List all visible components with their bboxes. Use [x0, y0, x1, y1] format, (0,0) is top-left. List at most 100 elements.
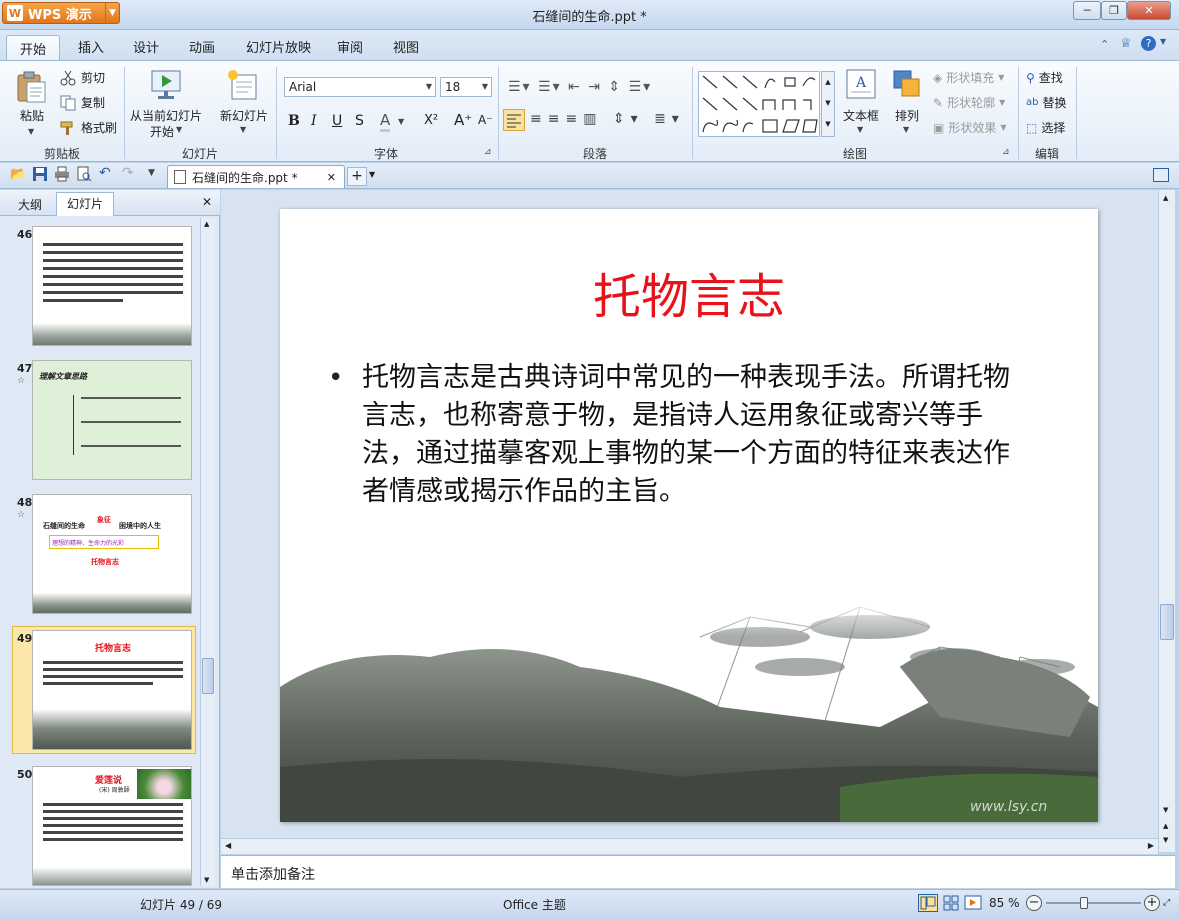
arrange-button[interactable]: 排列: [895, 107, 919, 124]
font-color-dropdown-icon[interactable]: ▼: [398, 117, 404, 126]
align-buttons[interactable]: ≡≡≡▥ ⇕▾ ≣▾: [530, 111, 685, 127]
replace-button[interactable]: ab 替换: [1026, 94, 1067, 111]
paste-icon[interactable]: [14, 69, 48, 105]
arrange-icon[interactable]: [892, 69, 922, 99]
bold-button[interactable]: B: [288, 113, 300, 129]
tab-home[interactable]: 开始: [6, 35, 60, 61]
tab-animation[interactable]: 动画: [189, 37, 215, 56]
document-tab[interactable]: 石缝间的生命.ppt * ✕: [167, 165, 345, 188]
slide-thumbnail-49[interactable]: 托物言志: [32, 630, 192, 750]
help-dropdown-icon[interactable]: ▼: [1160, 37, 1166, 46]
select-button[interactable]: ⬚ 选择: [1026, 119, 1065, 136]
slide-thumbnail-46[interactable]: [32, 226, 192, 346]
align-left-button[interactable]: [503, 109, 525, 131]
format-painter-button[interactable]: 格式刷: [60, 119, 117, 136]
undo-icon[interactable]: ↶: [99, 165, 111, 181]
window-layout-icon[interactable]: [1153, 168, 1169, 182]
paste-dropdown-icon[interactable]: ▼: [28, 127, 34, 136]
find-button[interactable]: ⚲ 查找: [1026, 69, 1063, 86]
underline-button[interactable]: U: [332, 113, 342, 129]
shrink-font-icon[interactable]: A⁻: [478, 113, 493, 127]
shape-outline-button[interactable]: ✎ 形状轮廓 ▼: [933, 94, 1005, 111]
scroll-down-icon[interactable]: ▼: [204, 876, 209, 884]
open-icon[interactable]: 📂: [10, 167, 26, 182]
scroll-right-icon[interactable]: ▶: [1148, 841, 1154, 850]
tab-slideshow[interactable]: 幻灯片放映: [246, 37, 311, 56]
print-preview-icon[interactable]: [76, 166, 92, 182]
pane-scroll-thumb[interactable]: [202, 658, 214, 694]
new-slide-icon[interactable]: [226, 69, 260, 103]
textbox-icon[interactable]: A: [846, 69, 876, 99]
slideshow-icon[interactable]: [964, 894, 982, 912]
zoom-level[interactable]: 85 %: [989, 896, 1020, 910]
italic-button[interactable]: I: [311, 113, 317, 129]
grow-font-icon[interactable]: A⁺: [454, 111, 472, 129]
zoom-slider-track[interactable]: [1046, 902, 1141, 904]
skin-icon[interactable]: ♕: [1120, 36, 1132, 51]
slide-body-text[interactable]: 托物言志是古典诗词中常见的一种表现手法。所谓托物言志，也称寄意于物，是指诗人运用…: [362, 359, 1032, 511]
tab-list-dropdown-icon[interactable]: ▼: [369, 170, 375, 179]
tab-outline[interactable]: 大纲: [18, 196, 42, 213]
slide-thumbnail-47[interactable]: 理解文章思路: [32, 360, 192, 480]
restore-button[interactable]: ❐: [1101, 1, 1127, 20]
editor-horizontal-scrollbar[interactable]: ◀ ▶: [221, 838, 1158, 854]
new-tab-button[interactable]: +: [347, 167, 367, 186]
font-dialog-launcher-icon[interactable]: ⊿: [484, 147, 492, 157]
notes-pane[interactable]: 单击添加备注: [221, 855, 1175, 888]
normal-view-icon[interactable]: [918, 894, 938, 912]
scroll-up-icon[interactable]: ▲: [204, 220, 209, 228]
minimize-button[interactable]: ─: [1073, 1, 1101, 20]
slide-sorter-icon[interactable]: [942, 894, 960, 912]
font-size-select[interactable]: 18 ▼: [440, 77, 492, 97]
play-from-current-icon[interactable]: [150, 67, 184, 101]
zoom-slider-thumb[interactable]: [1080, 897, 1088, 909]
tab-insert[interactable]: 插入: [78, 37, 104, 56]
drawing-dialog-launcher-icon[interactable]: ⊿: [1002, 147, 1010, 157]
tab-review[interactable]: 审阅: [337, 37, 363, 56]
arrange-dropdown-icon[interactable]: ▼: [903, 125, 909, 134]
copy-button[interactable]: 复制: [60, 94, 105, 111]
shadow-button[interactable]: S: [355, 113, 364, 129]
customize-quick-access-icon[interactable]: ▼: [148, 168, 155, 178]
list-buttons[interactable]: ☰▾ ☰▾ ⇤ ⇥ ⇕ ☰▾: [508, 79, 652, 95]
redo-icon[interactable]: ↷: [122, 165, 134, 181]
textbox-dropdown-icon[interactable]: ▼: [857, 125, 863, 134]
tab-design[interactable]: 设计: [133, 37, 159, 56]
close-pane-icon[interactable]: ✕: [202, 195, 212, 209]
collapse-ribbon-icon[interactable]: ⌃: [1100, 38, 1109, 51]
textbox-button[interactable]: 文本框: [843, 107, 879, 124]
play-from-current-button[interactable]: 从当前幻灯片: [130, 107, 202, 124]
fit-window-icon[interactable]: ⤢: [1163, 898, 1170, 908]
cut-button[interactable]: 剪切: [60, 69, 105, 86]
zoom-in-button[interactable]: +: [1144, 895, 1160, 911]
slide-thumbnail-50[interactable]: 爱莲说 (宋) 周敦颐: [32, 766, 192, 886]
editor-vertical-scrollbar[interactable]: ▲ ▼ ▲ ▼: [1158, 190, 1175, 852]
zoom-out-button[interactable]: −: [1026, 895, 1042, 911]
new-slide-dropdown-icon[interactable]: ▼: [240, 125, 246, 134]
close-tab-icon[interactable]: ✕: [327, 171, 336, 184]
scroll-left-icon[interactable]: ◀: [225, 841, 231, 850]
save-icon[interactable]: [32, 166, 48, 182]
print-icon[interactable]: [54, 166, 70, 182]
pane-scrollbar[interactable]: ▲ ▼: [200, 218, 215, 886]
paste-button[interactable]: 粘贴: [20, 107, 44, 124]
shape-fill-button[interactable]: ◈ 形状填充 ▼: [933, 69, 1004, 86]
next-slide-icon[interactable]: ▼: [1163, 836, 1168, 844]
superscript-icon[interactable]: X²: [424, 113, 438, 128]
slide-title[interactable]: 托物言志: [280, 257, 1098, 327]
shapes-gallery-scroll[interactable]: ▲ ▼ ▼: [821, 71, 835, 137]
play-dropdown-icon[interactable]: ▼: [176, 125, 182, 134]
font-color-icon[interactable]: A: [380, 111, 391, 132]
shapes-gallery[interactable]: [698, 71, 820, 137]
font-family-select[interactable]: Arial ▼: [284, 77, 436, 97]
previous-slide-icon[interactable]: ▲: [1163, 822, 1168, 830]
help-icon[interactable]: ?: [1141, 36, 1156, 51]
new-slide-button[interactable]: 新幻灯片: [220, 107, 268, 124]
scroll-up-icon[interactable]: ▲: [1163, 194, 1168, 202]
scroll-down-icon[interactable]: ▼: [1163, 806, 1168, 814]
tab-view[interactable]: 视图: [393, 37, 419, 56]
tab-slides[interactable]: 幻灯片: [56, 192, 114, 216]
shape-effect-button[interactable]: ▣ 形状效果 ▼: [933, 119, 1007, 136]
editor-scroll-thumb[interactable]: [1160, 604, 1174, 640]
slide-thumbnail-48[interactable]: 石缝间的生命 象征 困境中的人生 理想的精神、生命力的光彩 托物言志: [32, 494, 192, 614]
